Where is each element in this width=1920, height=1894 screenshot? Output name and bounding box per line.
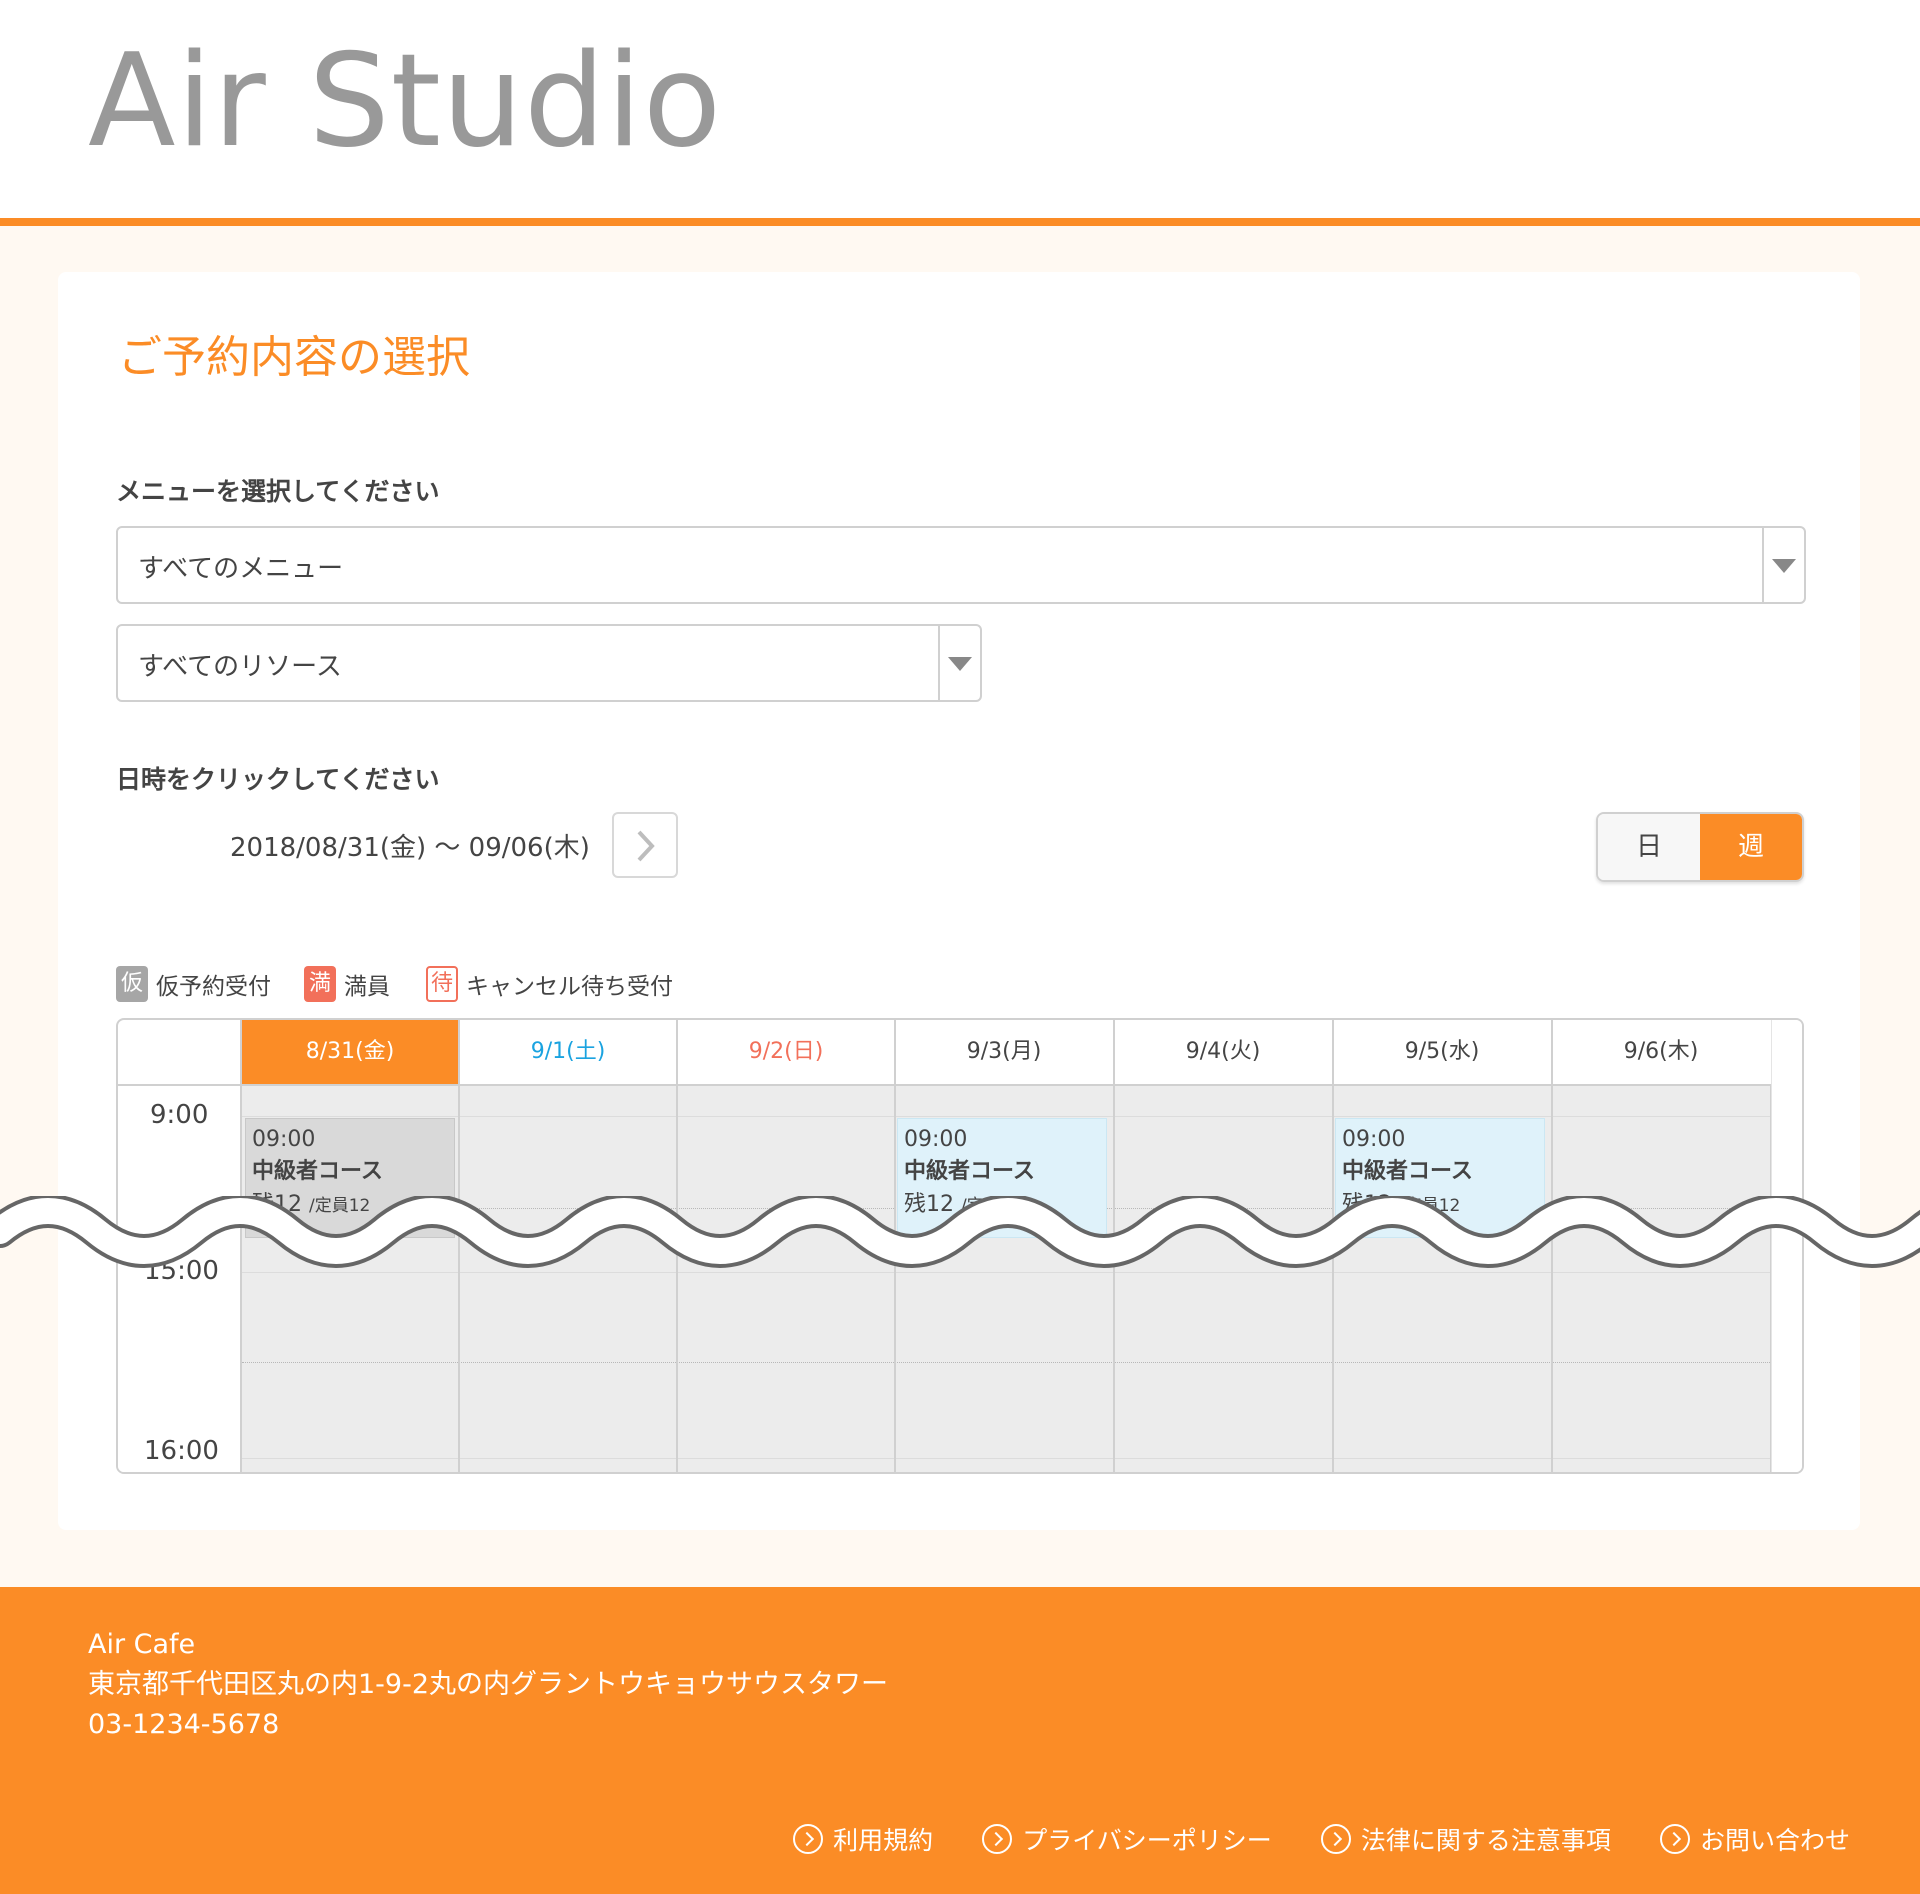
event-time: 09:00 — [1342, 1127, 1406, 1152]
calendar-header: 8/31(金) 9/1(土) 9/2(日) 9/3(月) 9/4(火) 9/5(… — [118, 1020, 1802, 1086]
next-week-button[interactable] — [612, 812, 678, 878]
grid-line — [242, 1458, 1772, 1459]
footer-links: 利用規約 プライバシーポリシー 法律に関する注意事項 お問い合わせ — [749, 1821, 1850, 1861]
day-view-button[interactable]: 日 — [1598, 814, 1700, 880]
menu-select-value: すべてのメニュー — [138, 554, 344, 584]
menu-select[interactable]: すべてのメニュー — [116, 526, 1806, 604]
site-header: Air Studio — [0, 0, 1920, 226]
provisional-badge: 仮 — [116, 966, 148, 1002]
day-header-0905: 9/5(水) — [1332, 1020, 1550, 1084]
legend-item-waitlist: 待キャンセル待ち受付 — [426, 966, 673, 1002]
chevron-down-icon[interactable] — [938, 626, 980, 700]
legend-text: キャンセル待ち受付 — [466, 974, 673, 1000]
terms-link-label: 利用規約 — [833, 1826, 934, 1855]
shop-address: 東京都千代田区丸の内1-9-2丸の内グラントウキョウサウスタワー — [88, 1669, 889, 1700]
legend-item-full: 満満員 — [304, 966, 390, 1002]
chevron-right-icon — [637, 830, 655, 862]
legend-item-provisional: 仮仮予約受付 — [116, 966, 271, 1002]
date-range: 2018/08/31(金) ～ 09/06(木) — [230, 833, 590, 863]
day-header-0904: 9/4(火) — [1113, 1020, 1331, 1084]
week-view-button[interactable]: 週 — [1700, 814, 1802, 880]
resource-select-value: すべてのリソース — [138, 652, 342, 682]
contact-link[interactable]: お問い合わせ — [1659, 1821, 1850, 1857]
contact-link-label: お問い合わせ — [1699, 1826, 1850, 1855]
datetime-label: 日時をクリックしてください — [116, 765, 440, 794]
day-header-0831: 8/31(金) — [240, 1020, 458, 1084]
logo[interactable]: Air Studio — [88, 38, 722, 166]
view-toggle: 日 週 — [1596, 812, 1804, 882]
day-header-0906: 9/6(木) — [1551, 1020, 1769, 1084]
event-name: 中級者コース — [252, 1159, 383, 1184]
day-header-0903: 9/3(月) — [894, 1020, 1112, 1084]
legend-text: 仮予約受付 — [156, 974, 271, 1000]
menu-label: メニューを選択してください — [116, 477, 440, 506]
privacy-policy-link-label: プライバシーポリシー — [1022, 1826, 1272, 1855]
grid-line — [242, 1116, 1772, 1117]
day-header-0902: 9/2(日) — [676, 1020, 894, 1084]
time-label-1600: 16:00 — [144, 1436, 219, 1466]
time-label-0900: 9:00 — [150, 1100, 209, 1130]
wave-break-decoration — [0, 1196, 1920, 1268]
grid-line — [242, 1362, 1772, 1363]
legal-notice-link[interactable]: 法律に関する注意事項 — [1320, 1821, 1611, 1857]
shop-phone: 03-1234-5678 — [88, 1709, 280, 1740]
event-name: 中級者コース — [904, 1159, 1035, 1184]
waitlist-badge: 待 — [426, 966, 458, 1002]
chevron-down-icon[interactable] — [1762, 528, 1804, 602]
event-time: 09:00 — [252, 1127, 316, 1152]
reservation-card: ご予約内容の選択 メニューを選択してください すべてのメニュー すべてのリソース… — [58, 272, 1860, 1530]
privacy-policy-link[interactable]: プライバシーポリシー — [982, 1821, 1272, 1857]
full-badge: 満 — [304, 966, 336, 1002]
site-footer: Air Cafe 東京都千代田区丸の内1-9-2丸の内グラントウキョウサウスタワ… — [0, 1587, 1920, 1894]
day-header-0901: 9/1(土) — [458, 1020, 676, 1084]
page-title: ご予約内容の選択 — [118, 332, 470, 383]
shop-name: Air Cafe — [88, 1629, 196, 1660]
terms-link[interactable]: 利用規約 — [793, 1821, 933, 1857]
footer-info: Air Cafe 東京都千代田区丸の内1-9-2丸の内グラントウキョウサウスタワ… — [88, 1625, 888, 1745]
chevron-circle-icon — [793, 1824, 824, 1854]
legal-notice-link-label: 法律に関する注意事項 — [1360, 1826, 1611, 1855]
legend-text: 満員 — [344, 974, 390, 1000]
event-name: 中級者コース — [1342, 1159, 1473, 1184]
chevron-circle-icon — [1659, 1824, 1690, 1854]
chevron-circle-icon — [1320, 1824, 1351, 1854]
resource-select[interactable]: すべてのリソース — [116, 624, 982, 702]
event-time: 09:00 — [904, 1127, 968, 1152]
chevron-circle-icon — [982, 1824, 1013, 1854]
